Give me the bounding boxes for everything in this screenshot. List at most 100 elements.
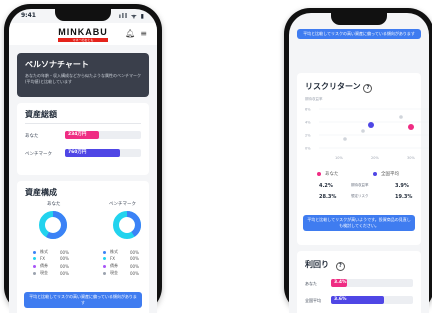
- legend-dot: [33, 250, 36, 254]
- y-axis-label: 期待収益率: [305, 97, 323, 101]
- persona-description: あなたの年齢・収入構成などから似たような属性のベンチマーク(平均値)と比較してい…: [25, 73, 141, 84]
- risk-return-chart: 6% 4% 2% 0% 10% 20% 30%: [305, 108, 429, 160]
- donut-you: [39, 211, 67, 239]
- y-tick-label: 6%: [305, 108, 311, 112]
- minkabu-logo[interactable]: MINKABU マネーのおとも: [58, 27, 108, 42]
- scatter-point: [399, 115, 403, 119]
- persona-card: ペルソナチャート あなたの年齢・収入構成などから似たような属性のベンチマーク(平…: [17, 53, 149, 97]
- legend-dot: [317, 172, 321, 176]
- yield-row-label: 全国平均: [305, 298, 321, 303]
- legend-dot: [33, 271, 36, 275]
- scatter-point: [361, 129, 365, 133]
- status-time: 9:41: [21, 12, 36, 19]
- y-tick-label: 2%: [305, 134, 311, 138]
- risk-avg-value: 3.9%: [395, 183, 409, 189]
- legend-value: 00%: [60, 263, 69, 269]
- assets-bar-benchmark: 760万円: [65, 149, 141, 157]
- yield-bar-fill: 3.6%: [331, 296, 385, 304]
- left-screen: 9:41 ıll ᯤ ▮ MINKABU マネーのおとも 🔔︎ ≡ ペルソナチャ…: [9, 9, 157, 313]
- y-tick-label: 4%: [305, 121, 311, 125]
- yield-bar-fill: 3.4%: [331, 279, 348, 287]
- legend-name: FX: [110, 256, 116, 261]
- assets-title: 資産総額: [25, 110, 57, 119]
- right-phone: 平均と比較してリスクの高い資産に偏っている傾向があります リスクリターン ? 期…: [284, 8, 432, 313]
- legend-dot: [33, 257, 36, 260]
- help-icon[interactable]: ?: [335, 262, 345, 271]
- menu-icon[interactable]: ≡: [140, 29, 147, 38]
- legend-item: 債券 00%: [33, 263, 69, 269]
- notch: [55, 9, 111, 21]
- assets-bar-fill: 760万円: [65, 149, 120, 157]
- legend-value: 00%: [60, 270, 69, 276]
- risk-metric-label: 期待収益率: [351, 183, 369, 187]
- risk-avg-value: 19.3%: [395, 194, 413, 200]
- legend-name: 現金: [110, 270, 118, 275]
- legend-name: 全国平均: [381, 172, 399, 177]
- legend-name: 現金: [40, 270, 48, 275]
- legend-dot: [33, 264, 36, 268]
- legend-item: 株式 00%: [103, 249, 139, 255]
- bell-icon[interactable]: 🔔︎: [125, 29, 135, 38]
- status-icons: ıll ᯤ ▮: [118, 13, 145, 20]
- assets-row-label: あなた: [25, 134, 39, 139]
- legend-item: 株式 00%: [33, 249, 69, 255]
- legend-name: 債券: [110, 263, 118, 268]
- help-icon[interactable]: ?: [363, 84, 373, 93]
- x-tick-label: 10%: [335, 156, 343, 160]
- risk-you-value: 28.3%: [319, 194, 337, 200]
- legend-name: あなた: [325, 172, 339, 177]
- yield-bar-you: 3.4%: [331, 279, 413, 287]
- legend-item: FX 00%: [103, 256, 139, 261]
- risk-return-title: リスクリターン ?: [305, 81, 373, 93]
- legend-value: 00%: [60, 249, 69, 255]
- legend-item: FX 00%: [33, 256, 69, 261]
- legend-item: 現金 00%: [103, 270, 139, 276]
- legend-value: 00%: [60, 256, 69, 261]
- risk-metric-label: 想定リスク: [351, 194, 369, 198]
- risk-banner: 平均と比較してリスクの高い資産に偏っている傾向があります: [24, 292, 142, 308]
- right-screen: 平均と比較してリスクの高い資産に偏っている傾向があります リスクリターン ? 期…: [289, 13, 429, 313]
- yield-title: 利回り ?: [305, 259, 345, 271]
- composition-title: 資産構成: [25, 188, 57, 197]
- risk-banner-mid: 平均と比較してリスクが高いようです。投資商品の見直しも検討してください。: [303, 215, 415, 231]
- legend-dot: [373, 172, 377, 176]
- risk-return-card: リスクリターン ? 期待収益率 6% 4% 2% 0% 10% 20% 30% あなた 全国平…: [297, 73, 429, 245]
- legend-value: 00%: [130, 270, 139, 276]
- x-tick-label: 20%: [371, 156, 379, 160]
- x-tick-label: 30%: [407, 156, 415, 160]
- legend-name: 株式: [110, 249, 118, 254]
- risk-banner-top: 平均と比較してリスクの高い資産に偏っている傾向があります: [297, 29, 421, 39]
- legend-name: 株式: [40, 249, 48, 254]
- legend-name: 債券: [40, 263, 48, 268]
- scatter-point: [408, 124, 414, 130]
- legend-dot: [103, 264, 106, 268]
- yield-bar-avg: 3.6%: [331, 296, 413, 304]
- assets-bar-you: 234万円: [65, 131, 141, 139]
- legend-item: 全国平均: [373, 171, 399, 177]
- legend-value: 00%: [130, 256, 139, 261]
- logo-subtext: マネーのおとも: [58, 37, 108, 42]
- legend-value: 00%: [130, 263, 139, 269]
- legend-item: あなた: [317, 171, 339, 177]
- assets-card: 資産総額 あなた 234万円 ベンチマーク 760万円: [17, 103, 149, 175]
- risk-you-value: 4.2%: [319, 183, 333, 189]
- scatter-point: [368, 122, 374, 128]
- legend-dot: [103, 250, 106, 254]
- legend-value: 00%: [130, 249, 139, 255]
- app-header: MINKABU マネーのおとも 🔔︎ ≡: [9, 23, 157, 45]
- y-tick-label: 0%: [305, 147, 311, 151]
- assets-bar-fill: 234万円: [65, 131, 100, 139]
- assets-row-label: ベンチマーク: [25, 152, 52, 157]
- legend-item: 債券 00%: [103, 263, 139, 269]
- legend-dot: [103, 271, 106, 275]
- yield-row-label: あなた: [305, 281, 317, 286]
- legend-dot: [103, 257, 106, 260]
- column-label: ベンチマーク: [109, 202, 136, 207]
- yield-card: 利回り ? あなた 3.4% 全国平均 3.6%: [297, 251, 421, 313]
- left-phone: 9:41 ıll ᯤ ▮ MINKABU マネーのおとも 🔔︎ ≡ ペルソナチャ…: [4, 4, 162, 313]
- logo-text: MINKABU: [58, 26, 108, 37]
- legend-item: 現金 00%: [33, 270, 69, 276]
- persona-title: ペルソナチャート: [25, 60, 89, 69]
- divider: [25, 123, 141, 124]
- donut-benchmark: [113, 211, 141, 239]
